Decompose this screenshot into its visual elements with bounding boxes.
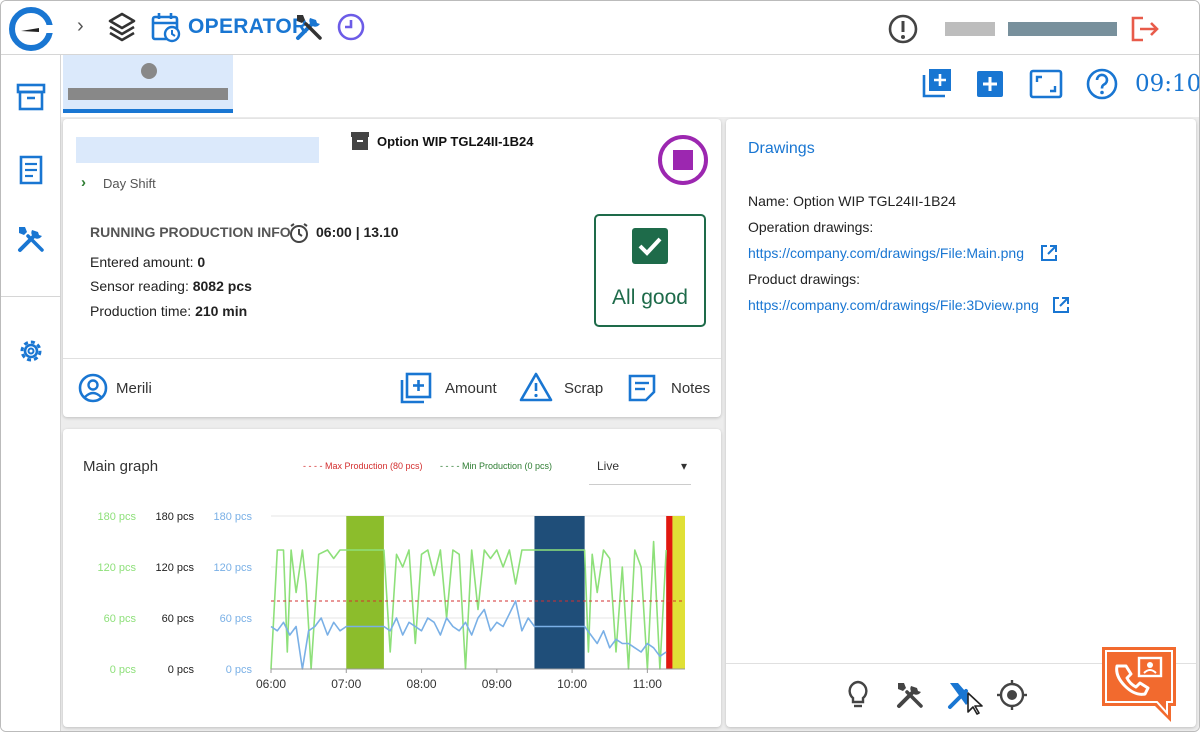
time-range: 06:00 | 13.10 bbox=[316, 224, 399, 240]
timer-icon[interactable] bbox=[335, 11, 367, 43]
sidebar-divider bbox=[1, 296, 61, 297]
y-tick-label: 180 pcs bbox=[213, 511, 252, 523]
card-divider bbox=[63, 358, 721, 359]
y-tick-label: 120 pcs bbox=[97, 562, 136, 574]
warning-icon[interactable] bbox=[519, 371, 553, 403]
breadcrumb-chevron-icon: › bbox=[77, 15, 84, 37]
production-time-value: 210 min bbox=[195, 303, 248, 319]
y-tick-label: 180 pcs bbox=[97, 511, 136, 523]
series-line bbox=[270, 540, 667, 670]
sensor-reading-value: 8082 pcs bbox=[192, 278, 252, 294]
layers-icon[interactable] bbox=[107, 11, 137, 43]
x-tick-label: 07:00 bbox=[331, 677, 361, 691]
tab-active-order[interactable] bbox=[63, 55, 233, 113]
top-bar: › OPERATOR bbox=[1, 1, 1199, 55]
archive-icon[interactable] bbox=[15, 81, 47, 113]
tools-icon[interactable] bbox=[15, 223, 47, 255]
operator-name[interactable]: Merili bbox=[116, 380, 152, 397]
user-avatar-icon[interactable] bbox=[77, 372, 109, 404]
main-graph-card: Main graph - - - - Max Production (80 pc… bbox=[63, 429, 721, 727]
document-list-icon[interactable] bbox=[15, 153, 47, 187]
stop-button[interactable] bbox=[657, 134, 709, 186]
alarm-clock-icon bbox=[290, 223, 308, 243]
x-tick-label: 11:00 bbox=[633, 677, 662, 691]
y-tick-label: 60 pcs bbox=[104, 613, 137, 625]
sensor-reading-label: Sensor reading: bbox=[90, 278, 189, 294]
drawings-title: Drawings bbox=[748, 140, 815, 157]
y-tick-label: 0 pcs bbox=[110, 664, 137, 676]
lightbulb-icon[interactable] bbox=[844, 679, 872, 711]
state-band bbox=[666, 516, 673, 669]
sensor-reading-row: Sensor reading: 8082 pcs bbox=[90, 278, 252, 294]
y-tick-label: 120 pcs bbox=[213, 562, 252, 574]
status-badge[interactable]: All good bbox=[594, 214, 706, 327]
order-title: Option WIP TGL24II-1B24 bbox=[377, 134, 534, 149]
add-multiple-icon[interactable] bbox=[921, 67, 953, 99]
state-band bbox=[346, 516, 384, 669]
fullscreen-icon[interactable] bbox=[1029, 69, 1063, 99]
help-icon[interactable] bbox=[1085, 67, 1119, 101]
chevron-right-icon: › bbox=[81, 174, 86, 191]
x-tick-label: 06:00 bbox=[256, 677, 286, 691]
user-name-placeholder bbox=[945, 22, 995, 36]
target-icon[interactable] bbox=[996, 679, 1028, 711]
operation-drawing-link[interactable]: https://company.com/drawings/File:Main.p… bbox=[748, 245, 1024, 261]
add-amount-icon[interactable] bbox=[399, 371, 433, 405]
entered-amount-value: 0 bbox=[197, 254, 206, 270]
y-tick-label: 0 pcs bbox=[168, 664, 195, 676]
main-graph-chart[interactable]: 180 pcs 120 pcs 60 pcs 0 pcs 180 pcs 120 pcs 6… bbox=[63, 429, 721, 727]
entered-amount-row: Entered amount: 0 bbox=[90, 254, 205, 270]
tab-status-dot bbox=[141, 63, 157, 79]
app-window: › OPERATOR 09:10 Option WIP TGL24II-1B24… bbox=[0, 0, 1200, 732]
gear-icon[interactable] bbox=[15, 335, 47, 367]
logout-icon[interactable] bbox=[1129, 13, 1161, 45]
y-tick-label: 0 pcs bbox=[226, 664, 253, 676]
tools-icon[interactable] bbox=[293, 11, 325, 43]
running-info-title: RUNNING PRODUCTION INFO bbox=[90, 224, 291, 240]
state-band bbox=[534, 516, 585, 669]
production-time-label: Production time: bbox=[90, 303, 192, 319]
app-logo-icon[interactable] bbox=[9, 7, 53, 51]
tools-icon[interactable] bbox=[894, 679, 926, 711]
y-tick-label: 180 pcs bbox=[155, 511, 194, 523]
check-icon bbox=[632, 228, 668, 264]
add-icon[interactable] bbox=[975, 69, 1005, 99]
user-role-placeholder bbox=[1008, 22, 1117, 36]
tab-label-placeholder bbox=[68, 88, 228, 100]
status-text: All good bbox=[612, 286, 688, 309]
order-number-placeholder bbox=[76, 137, 319, 163]
shift-label: Day Shift bbox=[103, 176, 156, 191]
entered-amount-label: Entered amount: bbox=[90, 254, 194, 270]
x-tick-label: 09:00 bbox=[482, 677, 512, 691]
archive-icon bbox=[351, 132, 369, 150]
product-drawings-label: Product drawings: bbox=[748, 271, 861, 287]
production-info-card: Option WIP TGL24II-1B24 › Day Shift RUNN… bbox=[63, 119, 721, 417]
operation-drawings-label: Operation drawings: bbox=[748, 219, 874, 235]
support-chat-button[interactable] bbox=[1099, 644, 1179, 724]
alert-icon[interactable] bbox=[887, 13, 919, 45]
drawing-name: Name: Option WIP TGL24II-1B24 bbox=[748, 193, 957, 209]
y-tick-label: 60 pcs bbox=[162, 613, 195, 625]
y-tick-label: 60 pcs bbox=[220, 613, 253, 625]
x-tick-label: 10:00 bbox=[557, 677, 587, 691]
current-time: 09:10 bbox=[1135, 71, 1200, 97]
tab-bar: 09:10 bbox=[61, 55, 1200, 117]
open-in-new-icon[interactable] bbox=[1039, 243, 1059, 263]
open-in-new-icon[interactable] bbox=[1051, 295, 1071, 315]
production-time-row: Production time: 210 min bbox=[90, 303, 247, 319]
amount-button[interactable]: Amount bbox=[445, 380, 497, 397]
product-drawing-link[interactable]: https://company.com/drawings/File:3Dview… bbox=[748, 297, 1039, 313]
x-tick-label: 08:00 bbox=[407, 677, 437, 691]
scrap-button[interactable]: Scrap bbox=[564, 380, 603, 397]
section-title[interactable]: OPERATOR bbox=[188, 15, 307, 39]
calendar-clock-icon[interactable] bbox=[150, 11, 182, 43]
sidebar bbox=[1, 55, 61, 731]
state-band bbox=[672, 516, 685, 669]
design-tools-icon[interactable] bbox=[946, 679, 986, 715]
notes-icon[interactable] bbox=[627, 373, 657, 403]
y-tick-label: 120 pcs bbox=[155, 562, 194, 574]
notes-button[interactable]: Notes bbox=[671, 380, 710, 397]
drawings-card: Drawings Name: Option WIP TGL24II-1B24 O… bbox=[726, 119, 1196, 727]
